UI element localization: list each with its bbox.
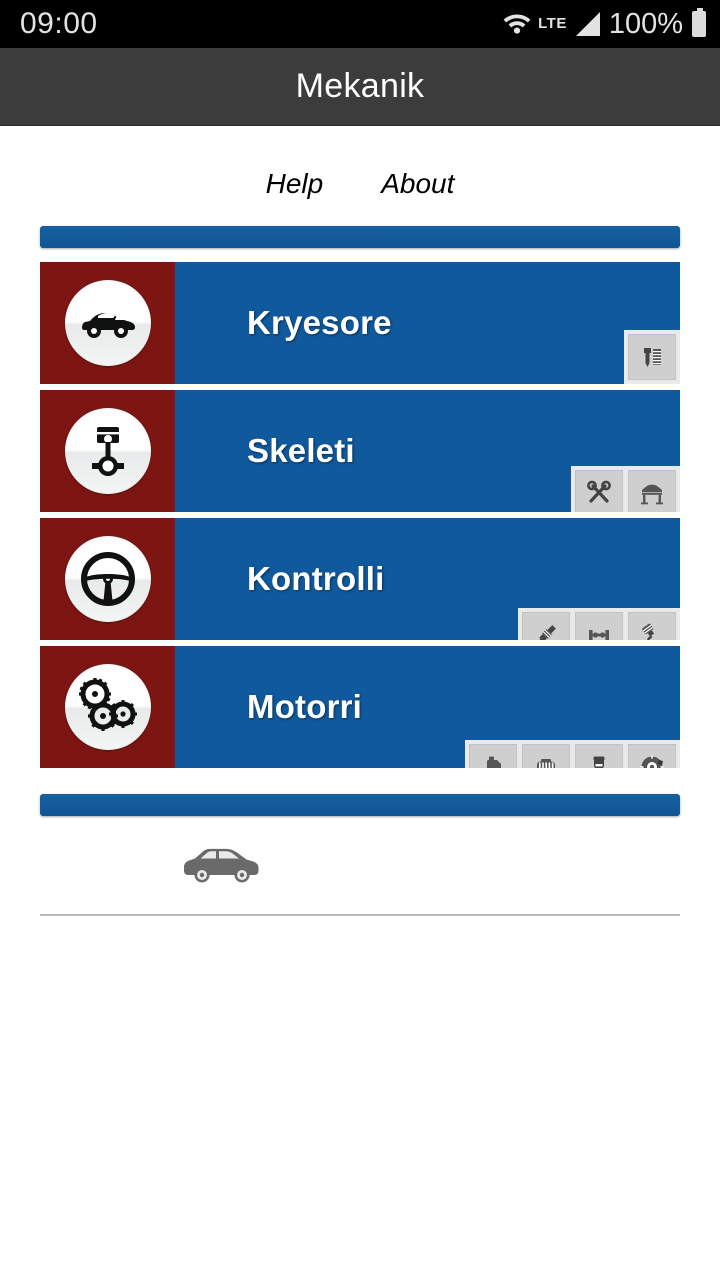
footer-car (0, 816, 720, 888)
engine-block-icon[interactable] (522, 744, 570, 768)
category-list: Kryesore Skeleti Kontrolli Motorri (0, 262, 720, 768)
status-bar-icons: LTE 100% (501, 8, 706, 41)
brake-disc-icon[interactable] (628, 744, 676, 768)
status-bar-clock: 09:00 (20, 7, 98, 40)
category-card-motorri[interactable]: Motorri 4 (40, 646, 680, 768)
footer-divider (40, 914, 680, 916)
card-action-tray: 4 (465, 740, 680, 768)
card-icon-panel (40, 646, 175, 768)
oil-can-icon[interactable]: 4 (469, 744, 517, 768)
card-body: Motorri 4 (175, 646, 680, 768)
network-type-label: LTE (538, 14, 567, 32)
about-link[interactable]: About (381, 168, 454, 200)
wrench-screwdriver-icon[interactable] (575, 470, 623, 512)
bolt-nut-icon[interactable] (628, 334, 676, 380)
app-bar: Mekanik (0, 48, 720, 126)
card-action-tray (624, 330, 680, 384)
bottom-divider-bar (40, 794, 680, 816)
card-body: Kryesore (175, 262, 680, 384)
mechanic-icon[interactable] (575, 744, 623, 768)
card-action-tray (571, 466, 680, 512)
piston-icon (84, 422, 132, 480)
axle-icon[interactable] (575, 612, 623, 640)
category-card-skeleti[interactable]: Skeleti (40, 390, 680, 512)
wifi-icon (501, 9, 533, 40)
spark-plug-icon[interactable] (522, 612, 570, 640)
help-link[interactable]: Help (266, 168, 324, 200)
page-title: Mekanik (295, 67, 425, 105)
icon-circle (64, 664, 151, 750)
icon-circle (64, 280, 151, 366)
icon-circle (64, 536, 151, 622)
card-icon-panel (40, 518, 175, 640)
card-body: Kontrolli (175, 518, 680, 640)
hatchback-car-icon (180, 842, 720, 888)
battery-icon (692, 8, 706, 37)
card-icon-panel (40, 390, 175, 512)
nav-links: Help About (0, 126, 720, 222)
card-action-tray (518, 608, 680, 640)
category-card-kryesore[interactable]: Kryesore (40, 262, 680, 384)
card-label: Skeleti (247, 432, 355, 469)
car-icon (78, 304, 138, 342)
card-label: Motorri (247, 688, 363, 725)
top-divider-bar (40, 226, 680, 248)
card-label: Kontrolli (247, 560, 385, 597)
steering-wheel-icon (79, 550, 137, 608)
card-body: Skeleti (175, 390, 680, 512)
category-card-kontrolli[interactable]: Kontrolli (40, 518, 680, 640)
main-content: Help About Kryesore Skeleti Kontrolli Mo… (0, 126, 720, 1280)
ignition-coil-icon[interactable] (628, 612, 676, 640)
card-icon-panel (40, 262, 175, 384)
signal-icon (575, 12, 600, 36)
status-bar: 09:00 LTE 100% (0, 0, 720, 48)
car-lift-icon[interactable] (628, 470, 676, 512)
gears-icon (77, 678, 139, 736)
icon-circle (64, 408, 151, 494)
battery-percent-label: 100% (608, 7, 683, 40)
card-label: Kryesore (247, 304, 392, 341)
